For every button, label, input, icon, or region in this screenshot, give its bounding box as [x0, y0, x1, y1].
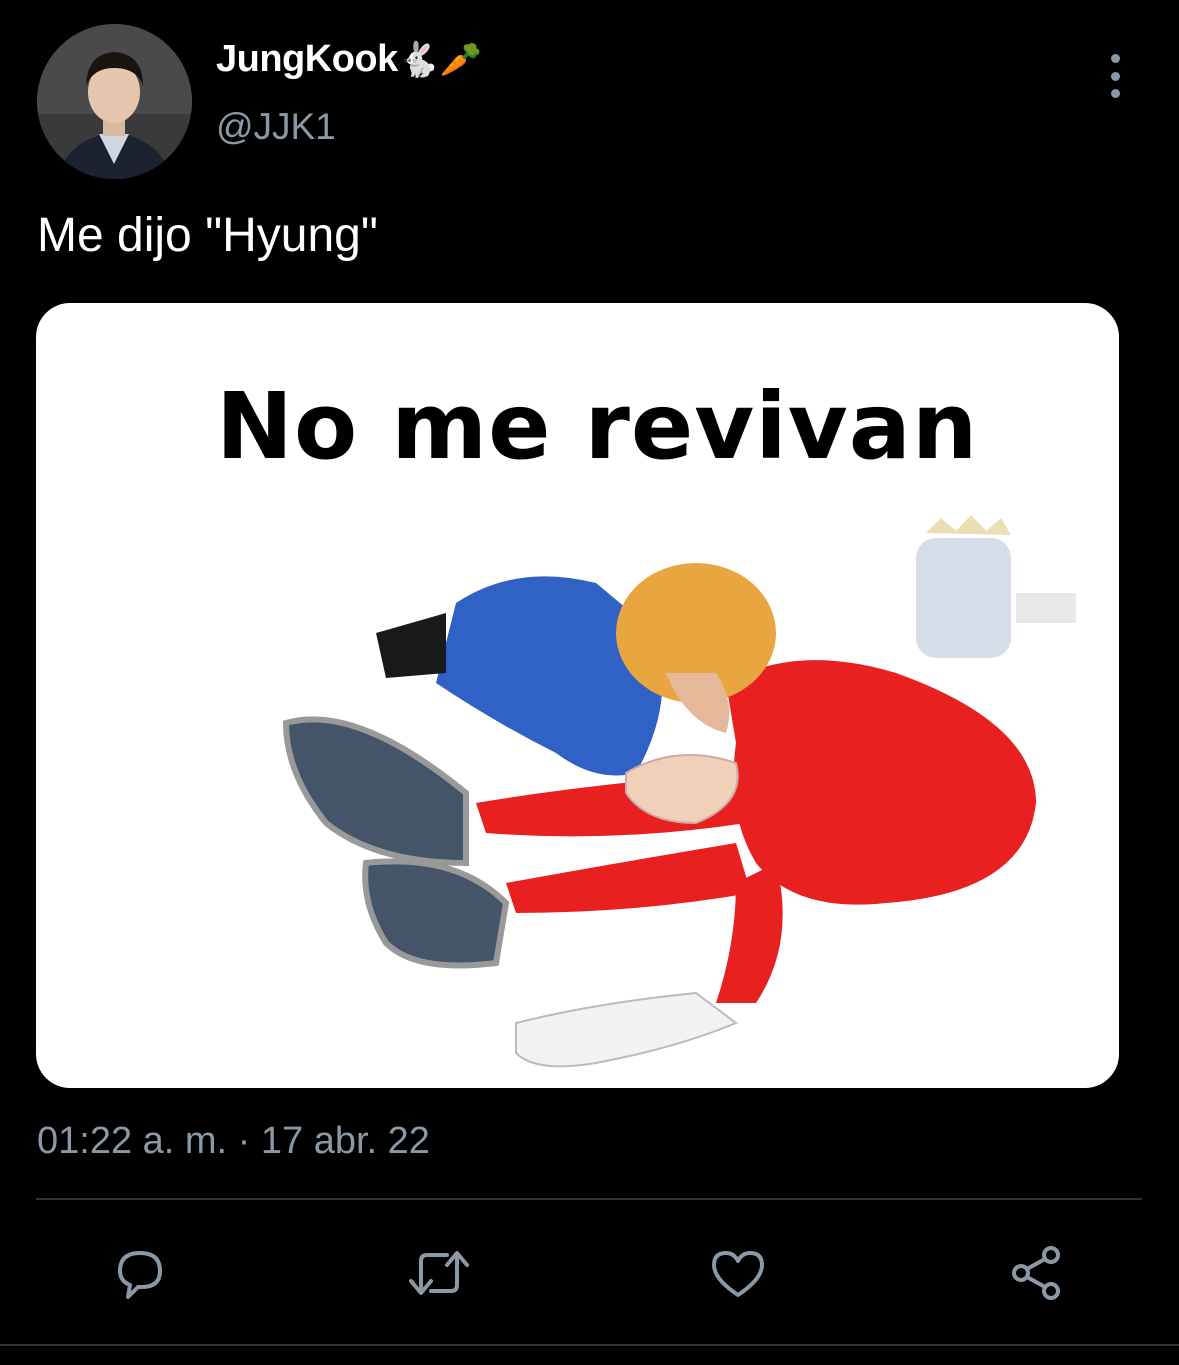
divider — [36, 1198, 1142, 1200]
retweet-button[interactable] — [404, 1238, 474, 1308]
more-options-button[interactable] — [1098, 54, 1132, 98]
tweet-media-image[interactable]: No me revivan — [36, 303, 1119, 1088]
avatar-image — [37, 24, 192, 179]
bottom-divider — [0, 1344, 1179, 1346]
author-name-text: JungKook — [216, 38, 398, 80]
retweet-icon — [409, 1251, 469, 1295]
avatar[interactable] — [37, 24, 192, 179]
share-icon — [1012, 1246, 1060, 1300]
share-button[interactable] — [1002, 1238, 1072, 1308]
more-vertical-icon-dot — [1110, 89, 1120, 98]
meme-caption: No me revivan — [216, 373, 979, 480]
more-vertical-icon — [1110, 54, 1120, 63]
author-display-name[interactable]: JungKook🐇🥕 — [216, 38, 482, 81]
name-emojis: 🐇🥕 — [397, 41, 482, 79]
reply-button[interactable] — [105, 1238, 175, 1308]
action-bar — [0, 1238, 1179, 1308]
tweet-text: Me dijo "Hyung" — [37, 209, 378, 262]
author-handle[interactable]: @JJK1 — [216, 106, 336, 148]
heart-icon — [712, 1251, 764, 1297]
like-button[interactable] — [703, 1238, 773, 1308]
more-vertical-icon-dot — [1110, 71, 1120, 81]
reply-icon — [118, 1251, 162, 1299]
tweet-timestamp[interactable]: 01:22 a. m. · 17 abr. 22 — [37, 1120, 430, 1163]
